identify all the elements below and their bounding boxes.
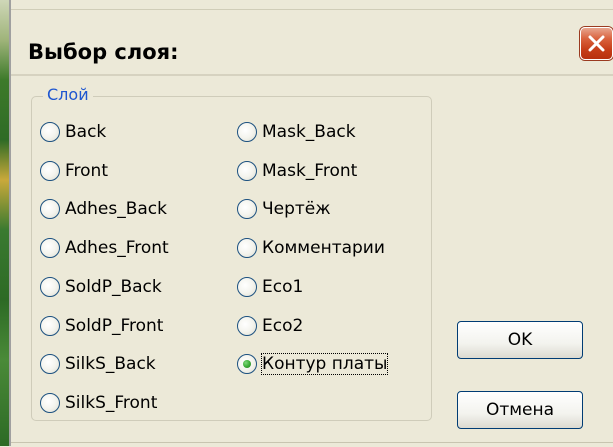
layer-radio-label: SoldP_Back (65, 276, 162, 297)
radio-unchecked-icon[interactable] (40, 160, 60, 181)
layer-radio-option[interactable]: Adhes_Front (40, 236, 169, 260)
layer-radio-option[interactable]: Чертёж (237, 197, 331, 221)
layer-radio-label: SilkS_Front (65, 392, 158, 413)
radio-unchecked-icon[interactable] (40, 354, 60, 375)
layer-radio-option[interactable]: Back (40, 120, 106, 144)
layer-radio-label: SoldP_Front (65, 315, 164, 336)
radio-unchecked-icon[interactable] (40, 276, 60, 297)
radio-unchecked-icon[interactable] (237, 199, 257, 220)
close-button[interactable] (580, 27, 613, 60)
layer-radio-option[interactable]: SilkS_Front (40, 391, 157, 415)
layer-radio-option[interactable]: SoldP_Front (40, 314, 163, 338)
layer-radio-option[interactable]: SilkS_Back (40, 352, 156, 376)
cancel-button[interactable]: Отмена (457, 391, 583, 429)
close-icon (588, 35, 605, 52)
layer-radio-label: Mask_Front (262, 160, 358, 181)
dialog-window: Выбор слоя: Слой Back Front Adhes_Back Adhe… (0, 0, 613, 447)
layer-radio-option[interactable]: Adhes_Back (40, 197, 167, 221)
radio-checked-icon[interactable] (237, 354, 257, 375)
layer-radio-label: Чертёж (262, 199, 331, 220)
layer-radio-option[interactable]: Mask_Front (237, 159, 357, 183)
radio-unchecked-icon[interactable] (40, 315, 60, 336)
layer-radio-label: SilkS_Back (65, 354, 156, 375)
layer-radio-label: Контур платы (260, 353, 389, 376)
layer-radio-option[interactable]: SoldP_Back (40, 275, 162, 299)
layer-radio-label: Adhes_Front (65, 238, 169, 259)
layer-radio-label: Eco2 (262, 315, 304, 336)
layer-radio-label: Mask_Back (262, 122, 356, 142)
layer-radio-option[interactable]: Eco1 (237, 275, 303, 299)
background-window-edge (0, 0, 11, 446)
layer-radio-option[interactable]: Комментарии (237, 236, 385, 260)
layer-radio-option[interactable]: Контур платы (237, 352, 389, 376)
title-bar[interactable]: Выбор слоя: (11, 9, 613, 76)
radio-unchecked-icon[interactable] (40, 122, 60, 142)
bottom-edge (11, 442, 613, 447)
layer-radio-option[interactable]: Eco2 (237, 314, 303, 338)
dialog-title: Выбор слоя: (28, 40, 179, 64)
radio-unchecked-icon[interactable] (40, 238, 60, 259)
radio-unchecked-icon[interactable] (237, 238, 257, 259)
ok-button[interactable]: OK (457, 321, 583, 359)
layer-radio-option[interactable]: Front (40, 159, 108, 183)
radio-unchecked-icon[interactable] (237, 122, 257, 142)
title-separator (11, 74, 613, 76)
radio-unchecked-icon[interactable] (237, 315, 257, 336)
layer-radio-label: Комментарии (262, 238, 385, 259)
radio-unchecked-icon[interactable] (40, 392, 60, 413)
layer-radio-label: Back (65, 122, 107, 142)
layer-radio-option[interactable]: Mask_Back (237, 120, 356, 144)
layer-radio-label: Front (65, 160, 108, 181)
layer-radio-label: Adhes_Back (65, 199, 167, 220)
radio-unchecked-icon[interactable] (40, 199, 60, 220)
layer-radio-label: Eco1 (262, 276, 304, 297)
radio-unchecked-icon[interactable] (237, 276, 257, 297)
radio-unchecked-icon[interactable] (237, 160, 257, 181)
layer-group-label: Слой (43, 85, 93, 104)
